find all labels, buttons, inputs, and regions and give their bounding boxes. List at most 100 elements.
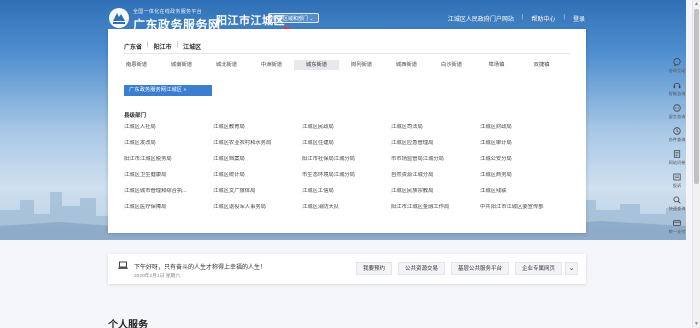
street-item[interactable]: 城西街道	[384, 60, 429, 70]
sidebar-item-consult[interactable]: 咨询互动	[664, 58, 690, 77]
enterprise-page-button[interactable]: 企业专属网页	[514, 262, 562, 275]
nav-divider: |	[563, 14, 565, 20]
clock-icon	[673, 127, 681, 135]
department-link[interactable]: 江城区民政局	[302, 124, 391, 131]
payment-icon	[673, 220, 681, 226]
department-link[interactable]: 江城区统计局	[213, 172, 302, 179]
gov-portal-link[interactable]: 江城区人民政府门户网站	[448, 14, 514, 23]
department-grid: 江城区人社局 江城区教育局 江城区民政局 江城区司法局 江城区财政局 江城区发改…	[124, 124, 569, 211]
sidebar-item-label: 网站问卷	[668, 160, 686, 165]
department-link[interactable]: 市市场监管局江城分局	[391, 156, 480, 163]
street-item[interactable]: 中洲街道	[249, 60, 294, 70]
switch-region-button[interactable]: 切换区域和部门 ⌄	[268, 13, 319, 23]
department-link[interactable]: 江城区工信局	[302, 188, 391, 195]
department-link[interactable]: 阳江市江城区税务局	[124, 156, 213, 163]
breadcrumb-city[interactable]: 阳江市	[154, 42, 172, 51]
sidebar-item-payment[interactable]: 统一支付	[664, 219, 690, 238]
search-icon	[673, 196, 681, 204]
department-link[interactable]: 江城区残联	[480, 188, 569, 195]
street-item[interactable]: 白沙街道	[429, 60, 474, 70]
greeting-notice-bar: 下午好呀，只有奋斗的人生才称得上幸福的人生！ 2020年2月1日 星期六 我要预…	[108, 254, 586, 284]
street-item[interactable]: 双捷镇	[519, 60, 564, 70]
page-scrollbar[interactable]: ▲ ▼	[692, 0, 700, 328]
department-link[interactable]: 江城区农业农村和水务局	[213, 140, 302, 147]
department-link[interactable]: 江城区民族宗教局	[391, 188, 480, 195]
department-link[interactable]: 自然资源江城分局	[391, 172, 480, 179]
greeting-date: 2020年2月1日 星期六	[134, 274, 181, 279]
breadcrumb-district[interactable]: 江城区	[183, 42, 201, 51]
department-link[interactable]: 江城区住建局	[302, 140, 391, 147]
street-list: 南恩街道 城南街道 城北街道 中洲街道 城东街道 岗列街道 城西街道 白沙街道 …	[114, 60, 564, 70]
sidebar-item-quick-query[interactable]: 快速查询	[664, 196, 690, 215]
department-link[interactable]: 江城区商务局	[480, 172, 569, 179]
help-center-link[interactable]: 帮助中心	[531, 14, 555, 23]
street-item[interactable]: 城南街道	[159, 60, 204, 70]
breadcrumb: 广东省 | 阳江市 | 江城区	[124, 42, 201, 51]
breadcrumb-separator: |	[176, 42, 179, 48]
department-link[interactable]: 江城区人社局	[124, 124, 213, 131]
divider	[124, 53, 570, 54]
street-item-active[interactable]: 城东街道	[294, 60, 339, 70]
street-item[interactable]: 岗列街道	[339, 60, 384, 70]
department-link[interactable]: 阳江市社保局江城分局	[302, 156, 391, 163]
region-dropdown-panel: 广东省 | 阳江市 | 江城区 南恩街道 城南街道 城北街道 中洲街道 城东街道…	[108, 29, 586, 233]
greeting-text: 下午好呀，只有奋斗的人生才称得上幸福的人生！	[134, 265, 267, 271]
sidebar-item-progress[interactable]: 办件查询	[664, 127, 690, 146]
department-link[interactable]: 江城区应急管理局	[391, 140, 480, 147]
personal-services-title: 个人服务	[108, 320, 148, 328]
scroll-up-icon[interactable]: ▲	[694, 1, 699, 7]
department-link[interactable]: 江城区卫生健康局	[124, 172, 213, 179]
department-link[interactable]: 中共阳江市江城区委宣传部	[480, 204, 569, 211]
street-item[interactable]: 南恩街道	[114, 60, 159, 70]
public-resource-button[interactable]: 公共资源交易	[397, 262, 445, 275]
appointment-button[interactable]: 我要预约	[355, 262, 392, 275]
sidebar-item-label: 投诉	[672, 183, 682, 188]
department-link[interactable]: 江城区医疗保障局	[124, 204, 213, 211]
sidebar-item-message[interactable]: 留言咨询	[664, 104, 690, 123]
department-link[interactable]: 江城区档案局	[213, 156, 302, 163]
department-link[interactable]: 江城区审计局	[480, 140, 569, 147]
sidebar-item-label: 统一支付	[668, 229, 686, 234]
department-link[interactable]: 阳江市江城区金融工作局	[391, 204, 480, 211]
quick-buttons: 我要预约 公共资源交易 基层公共服务平台 企业专属网页	[355, 262, 562, 275]
top-nav-links: 江城区人民政府门户网站 | 帮助中心 | 登录	[448, 14, 585, 23]
chevron-down-icon[interactable]: ⌄	[565, 262, 578, 275]
breadcrumb-province[interactable]: 广东省	[124, 42, 142, 51]
sidebar-item-label: 快速查询	[668, 206, 686, 211]
department-link[interactable]: 江城区消防大队	[302, 204, 391, 211]
laptop-icon	[118, 261, 128, 269]
sidebar-item-label: 智能咨询	[668, 91, 686, 96]
document-icon	[673, 150, 681, 158]
login-link[interactable]: 登录	[573, 14, 585, 23]
chat-icon	[673, 58, 681, 66]
message-icon	[673, 104, 681, 112]
nav-divider: |	[521, 14, 524, 20]
sidebar-item-survey[interactable]: 网站问卷	[664, 150, 690, 169]
scroll-down-icon[interactable]: ▼	[694, 321, 699, 327]
street-item[interactable]: 埠场镇	[474, 60, 519, 70]
guangdong-logo-icon[interactable]	[108, 7, 130, 29]
department-link[interactable]: 江城公安分局	[480, 156, 569, 163]
complaint-icon	[673, 173, 681, 181]
breadcrumb-separator: |	[147, 42, 149, 48]
logo-slogan: 全国一体化在线政务服务平台	[133, 9, 202, 15]
grassroots-service-button[interactable]: 基层公共服务平台	[450, 262, 509, 275]
department-link[interactable]: 市生态环境局江城分局	[302, 172, 391, 179]
department-link[interactable]: 江城区教育局	[213, 124, 302, 131]
department-link[interactable]: 江城区财政局	[480, 124, 569, 131]
street-item[interactable]: 城北街道	[204, 60, 249, 70]
department-link[interactable]: 江城区发改局	[124, 140, 213, 147]
sidebar-item-smart-consult[interactable]: 智能咨询	[664, 81, 690, 100]
sidebar-item-label: 留言咨询	[668, 114, 686, 119]
sidebar-item-label: 咨询互动	[668, 68, 686, 73]
dept-section-title: 县级部门	[124, 113, 147, 119]
right-floating-sidebar: 咨询互动 智能咨询 留言咨询 办件查询 网站问卷 投诉 快速查询 统一支付	[664, 58, 690, 242]
sidebar-item-complaint[interactable]: 投诉	[664, 173, 690, 192]
scrollbar-thumb[interactable]	[694, 9, 699, 184]
department-link[interactable]: 江城区司法局	[391, 124, 480, 131]
department-link[interactable]: 江城区退役军人事务局	[213, 204, 302, 211]
district-portal-button[interactable]: 广东政务服务网江城区 »	[124, 85, 212, 96]
robot-icon	[673, 82, 681, 89]
department-link[interactable]: 江城区城市管理和综合执...	[124, 188, 213, 195]
department-link[interactable]: 江城区文广旅体局	[213, 188, 302, 195]
